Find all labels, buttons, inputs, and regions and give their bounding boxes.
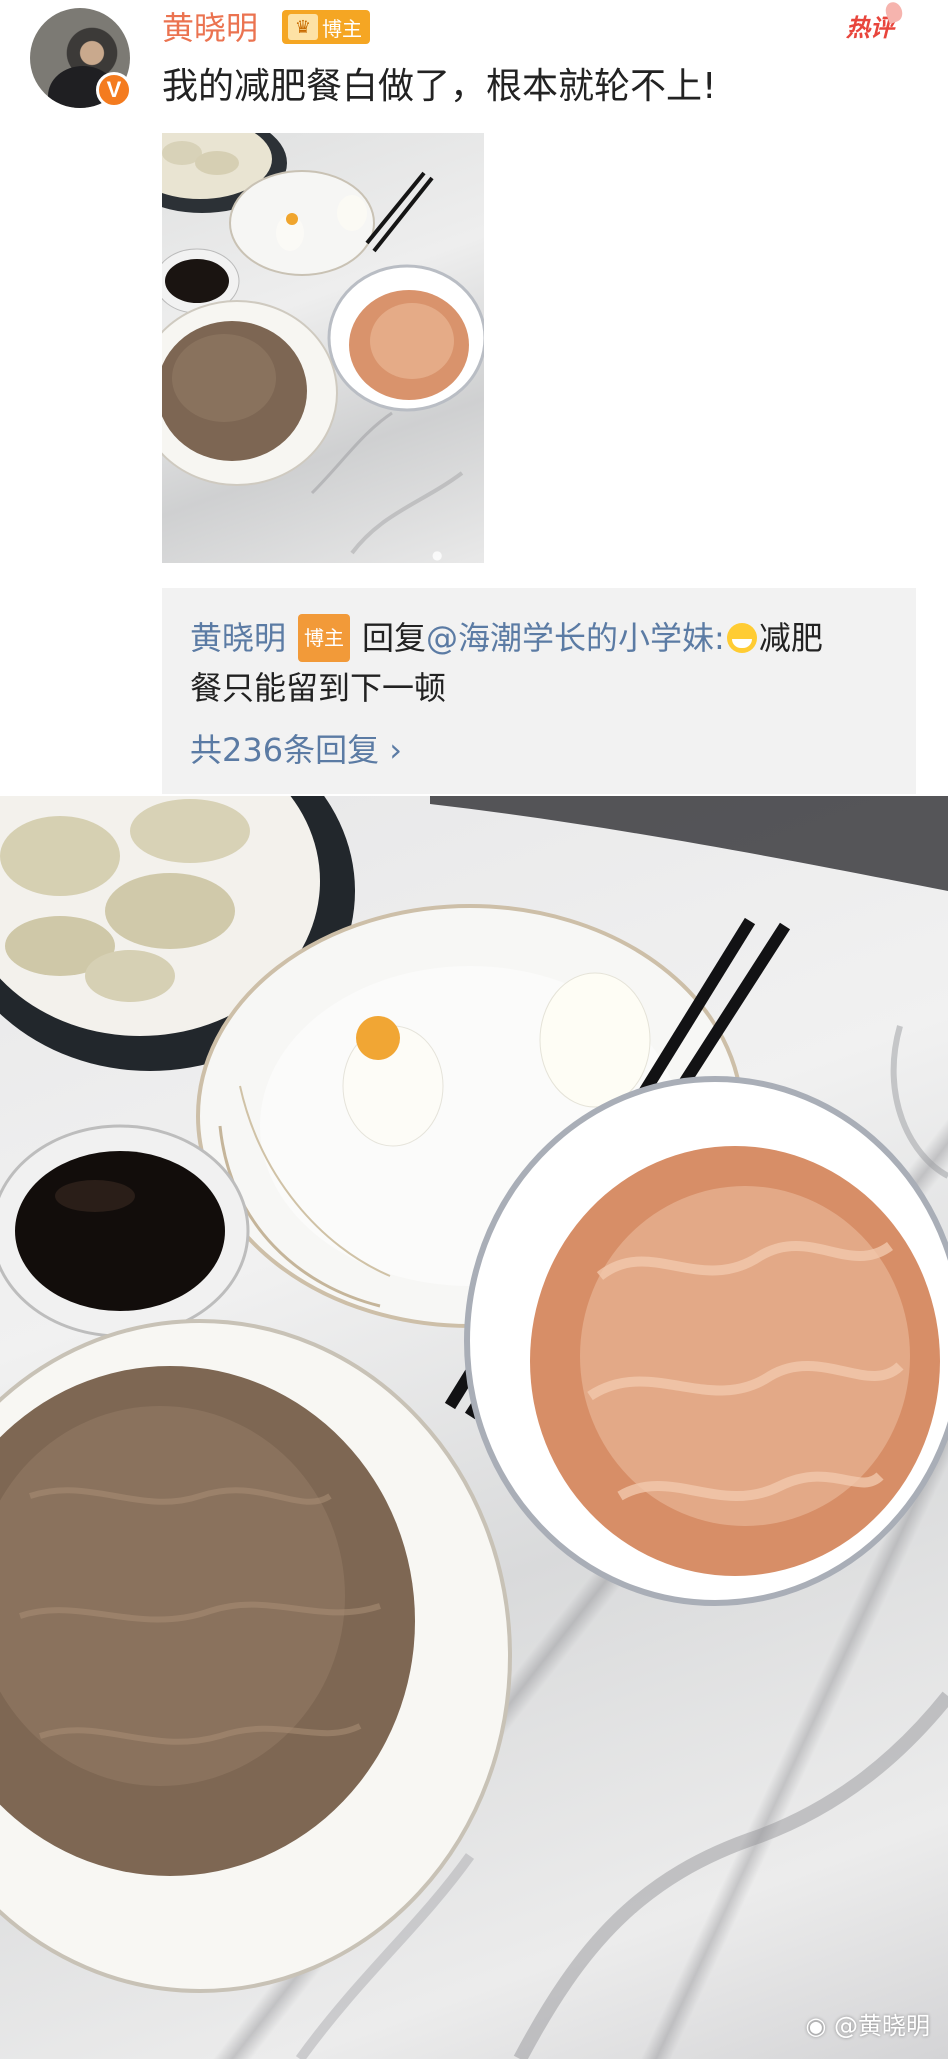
hot-comment-label: 热评 [846, 8, 894, 43]
view-replies-link[interactable]: 共236条回复 › [190, 728, 402, 772]
post-image-large[interactable]: ◉ @黄晓明 [0, 796, 948, 2059]
post-image-thumbnail[interactable] [162, 133, 484, 563]
photo-watermark: ◉ @黄晓明 [805, 2006, 930, 2041]
thumbnail-watermark: ● [432, 548, 443, 562]
verified-badge-icon: V [96, 72, 132, 108]
post-text: 我的减肥餐白做了，根本就轮不上! [162, 66, 717, 107]
food-photo-illustration [0, 796, 948, 2059]
reply-mention-link[interactable]: @海潮学长的小学妹: [426, 616, 725, 660]
reply-first-line: 黄晓明 博主 回复 @海潮学长的小学妹: 减肥 [190, 614, 823, 662]
blogger-tag: ♛ 博主 [282, 10, 370, 44]
crown-icon: ♛ [288, 14, 318, 40]
reply-username[interactable]: 黄晓明 [190, 616, 286, 660]
reply-prefix: 回复 [362, 619, 427, 657]
blogger-tag-label: 博主 [322, 16, 362, 41]
food-thumbnail-illustration [162, 133, 484, 555]
photo-watermark-text: @黄晓明 [834, 2012, 930, 2040]
reply-blogger-tag: 博主 [298, 614, 351, 662]
reply-text-start: 减肥 [758, 619, 823, 657]
reply-text-continued: 餐只能留到下一顿 [190, 669, 447, 707]
post-username[interactable]: 黄晓明 [162, 6, 258, 50]
laugh-cry-emoji-icon [726, 623, 757, 653]
weibo-logo-icon: ◉ [805, 2012, 834, 2040]
